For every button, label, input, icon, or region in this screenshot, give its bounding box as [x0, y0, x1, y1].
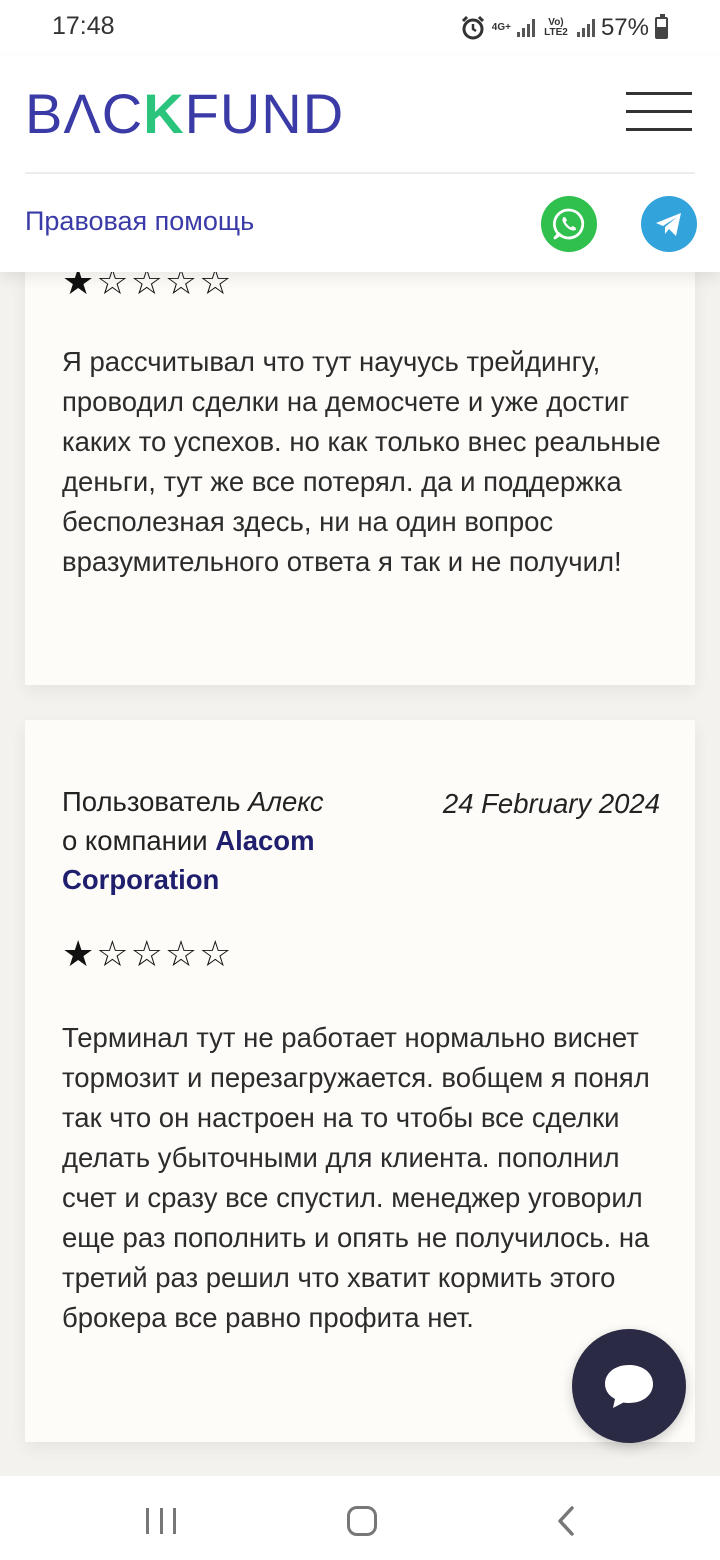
home-icon[interactable]: [347, 1506, 377, 1536]
telegram-button[interactable]: [641, 196, 697, 252]
star-filled-icon: ★: [62, 933, 95, 974]
chat-bubble-icon: [605, 1365, 653, 1408]
menu-icon[interactable]: [626, 92, 692, 132]
author-prefix: Пользователь: [62, 786, 241, 817]
status-bar: 17:48 4G+ Vo) LTE2 57%: [0, 0, 720, 56]
legal-help-link[interactable]: Правовая помощь: [25, 206, 254, 237]
logo-text-1: BΛC: [25, 82, 144, 145]
star-empty-icon: ☆: [130, 933, 163, 974]
review-text: Я рассчитывал что тут научусь трейдингу,…: [62, 346, 661, 577]
star-empty-icon: ☆: [96, 933, 129, 974]
review-date: 24 February 2024: [442, 788, 660, 819]
author-name: Алекс: [248, 786, 324, 817]
whatsapp-button[interactable]: [541, 196, 597, 252]
review-card: Пользователь Алекс о компании Alacom Cor…: [25, 720, 695, 1442]
status-time: 17:48: [52, 12, 115, 40]
logo-text-2: K: [143, 82, 185, 145]
telegram-icon: [656, 213, 681, 236]
header-divider: [25, 172, 695, 174]
recents-icon[interactable]: [146, 1508, 176, 1534]
star-empty-icon: ☆: [164, 933, 198, 974]
site-header: BΛCKFUND Правовая помощь: [0, 56, 720, 272]
network-label-1: 4G+: [491, 22, 511, 33]
review-card: ★ ☆ ☆ ☆ ☆ Я рассчитывал что тут научусь трей…: [25, 230, 695, 685]
battery-icon: [655, 14, 668, 39]
alarm-icon: [461, 15, 484, 40]
star-empty-icon: ☆: [199, 933, 232, 974]
company-prefix: о компании: [62, 825, 208, 856]
review-author: Пользователь Алекс о компании Alacom Cor…: [62, 782, 382, 899]
backfund-logo[interactable]: BΛCKFUND: [25, 86, 344, 142]
rating-stars: ★ ☆ ☆ ☆ ☆: [62, 936, 231, 972]
back-icon[interactable]: [553, 1504, 579, 1538]
signal-icon: [516, 19, 535, 37]
logo-text-3: FUND: [184, 82, 345, 145]
signal-icon-2: [576, 19, 595, 37]
network-label-2: Vo) LTE2: [544, 17, 568, 38]
review-text: Терминал тут не работает нормально висне…: [62, 1022, 650, 1333]
battery-percent: 57%: [600, 14, 649, 41]
whatsapp-icon: [553, 208, 585, 240]
system-nav-bar: [0, 1476, 720, 1560]
status-icons: 4G+ Vo) LTE2 57%: [460, 14, 668, 42]
chat-button[interactable]: [572, 1329, 686, 1443]
